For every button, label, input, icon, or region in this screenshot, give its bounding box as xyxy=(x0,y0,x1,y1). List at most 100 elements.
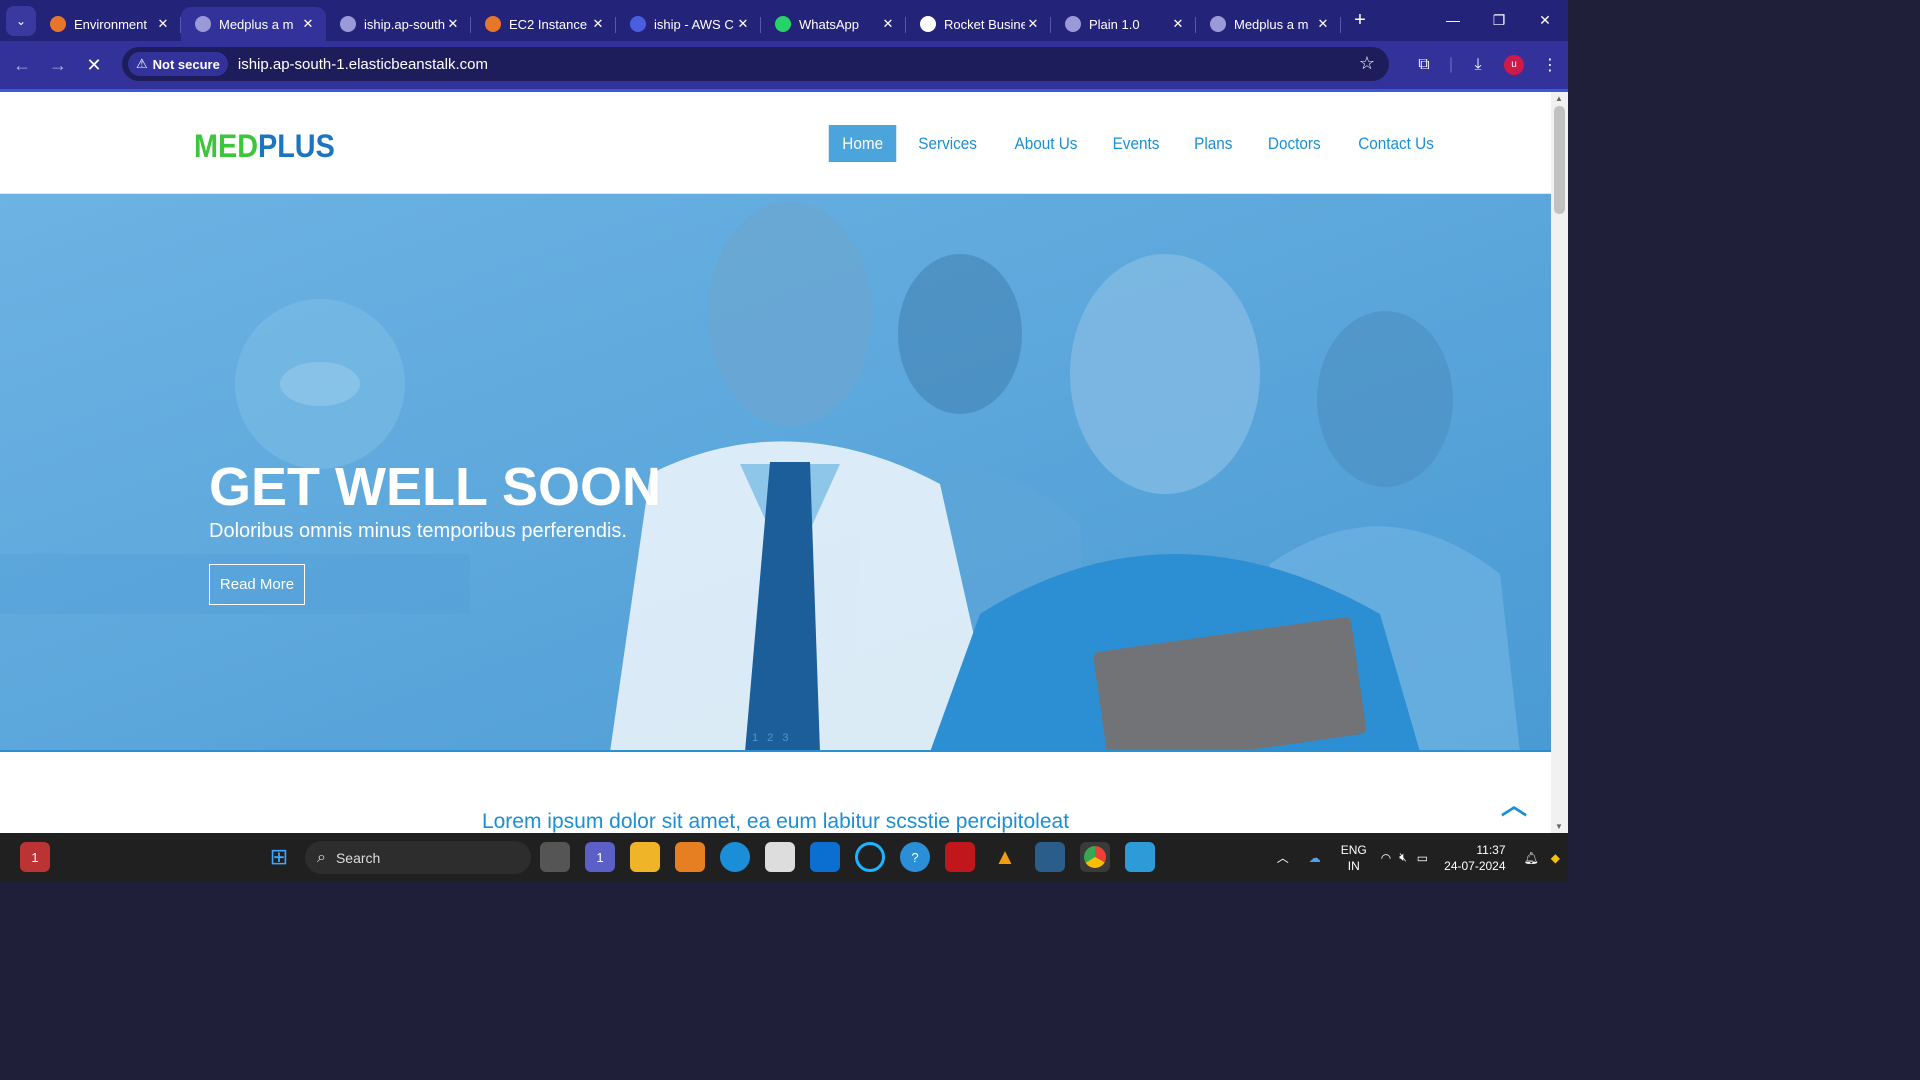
bookmark-star-icon[interactable]: ☆ xyxy=(1359,53,1375,74)
tab-title: EC2 Instance xyxy=(509,16,588,32)
close-window-icon[interactable]: ✕ xyxy=(1522,0,1568,41)
browser-toolbar: ← → ✕ ⚠ Not secure iship.ap-south-1.elas… xyxy=(0,41,1568,89)
download-icon[interactable]: ⤓ xyxy=(1460,56,1496,74)
security-chip[interactable]: ⚠ Not secure xyxy=(128,52,228,76)
browser-tab[interactable]: Medplus a m ✕ xyxy=(181,7,326,41)
nav-link-doctors[interactable]: Doctors xyxy=(1254,125,1334,162)
browser-tab[interactable]: Plain 1.0 ✕ xyxy=(1051,7,1196,41)
restore-icon[interactable]: ❐ xyxy=(1476,0,1522,41)
battery-icon[interactable]: ▭ xyxy=(1417,851,1428,865)
tab-title: Plain 1.0 xyxy=(1089,16,1140,32)
site-logo[interactable]: MEDPLUS xyxy=(194,128,335,165)
url-text[interactable]: iship.ap-south-1.elasticbeanstalk.com xyxy=(238,56,488,73)
volume-muted-icon[interactable]: 🔇︎ xyxy=(1399,850,1407,865)
tab-separator xyxy=(1340,17,1341,33)
tab-title: Rocket Busine xyxy=(944,16,1025,32)
mcafee-icon[interactable] xyxy=(945,842,975,872)
carousel-indicators[interactable]: 1 2 3 xyxy=(752,732,791,744)
teams-chat-icon[interactable]: 1 xyxy=(585,842,615,872)
nav-link-services[interactable]: Services xyxy=(905,125,991,162)
wifi-icon[interactable]: ◠ xyxy=(1381,851,1391,865)
tab-search-chevron-icon[interactable]: ⌄ xyxy=(6,5,36,36)
help-icon[interactable]: ? xyxy=(900,842,930,872)
cortana-icon[interactable] xyxy=(855,842,885,872)
tab-title: Medplus a m xyxy=(1234,16,1309,32)
warning-icon: ⚠ xyxy=(136,56,148,71)
notepad-icon[interactable] xyxy=(1125,842,1155,872)
notification-badge: 1 xyxy=(31,849,39,865)
task-view-icon[interactable] xyxy=(540,842,570,872)
browser-tab[interactable]: iship - AWS C ✕ xyxy=(616,7,761,41)
copilot-icon[interactable]: ◆ xyxy=(1551,851,1560,865)
cloud-icon xyxy=(630,16,646,32)
site-header: MEDPLUS Home Services About Us Events Plans D… xyxy=(0,92,1551,194)
tab-title: iship.ap-south xyxy=(364,16,445,32)
tab-title: Medplus a m xyxy=(219,16,294,32)
system-tray: ︿ ☁ ENG IN ◠ 🔇︎ ▭ 11:37 24-07-2024 🔔︎ ◆ xyxy=(1267,833,1568,882)
tab-close-icon[interactable]: ✕ xyxy=(445,16,461,32)
address-bar[interactable]: ⚠ Not secure iship.ap-south-1.elasticbea… xyxy=(122,47,1389,81)
globe-icon xyxy=(195,16,211,32)
clock[interactable]: 11:37 24-07-2024 xyxy=(1444,842,1505,874)
new-tab-button[interactable]: + xyxy=(1345,9,1375,32)
chrome-icon[interactable] xyxy=(1080,842,1110,872)
notification-app-icon[interactable]: 1 xyxy=(20,842,50,872)
browser-tab[interactable]: EC2 Instance ✕ xyxy=(471,7,616,41)
browser-tab[interactable]: Medplus a m ✕ xyxy=(1196,7,1341,41)
language-indicator[interactable]: ENG IN xyxy=(1341,842,1367,874)
nav-link-events[interactable]: Events xyxy=(1100,125,1174,162)
tab-close-icon[interactable]: ✕ xyxy=(1025,16,1041,32)
nav-link-plans[interactable]: Plans xyxy=(1181,125,1246,162)
nav-link-about-us[interactable]: About Us xyxy=(1001,125,1091,162)
kebab-menu-icon[interactable]: ⋮ xyxy=(1532,55,1568,75)
read-more-button[interactable]: Read More xyxy=(209,564,305,605)
scrollbar-thumb[interactable] xyxy=(1554,106,1565,214)
browser-tab[interactable]: Rocket Busine ✕ xyxy=(906,7,1051,41)
scroll-to-top-icon[interactable]: ︿ xyxy=(1501,785,1527,822)
tab-close-icon[interactable]: ✕ xyxy=(735,16,751,32)
extensions-icon[interactable]: ⧉ xyxy=(1406,56,1442,74)
forward-icon[interactable]: → xyxy=(40,55,76,76)
notification-bell-icon[interactable]: 🔔︎ xyxy=(1524,851,1539,865)
window-controls: — ❐ ✕ xyxy=(1430,0,1568,41)
tab-close-icon[interactable]: ✕ xyxy=(590,16,606,32)
tab-close-icon[interactable]: ✕ xyxy=(300,16,316,32)
tab-title: Environment xyxy=(74,16,147,32)
security-chip-label: Not secure xyxy=(152,56,220,72)
toolbar-divider: | xyxy=(1448,56,1454,73)
browser-tab[interactable]: iship.ap-south ✕ xyxy=(326,7,471,41)
nav-link-contact-us[interactable]: Contact Us xyxy=(1344,125,1447,162)
file-explorer-icon[interactable] xyxy=(630,842,660,872)
microsoft-store-icon[interactable] xyxy=(765,842,795,872)
scroll-down-arrow-icon[interactable]: ▼ xyxy=(1555,822,1563,831)
orange-gear-icon xyxy=(50,16,66,32)
stop-loading-icon[interactable]: ✕ xyxy=(76,55,112,76)
whatsapp-icon xyxy=(775,16,791,32)
onedrive-cloud-icon[interactable]: ☁ xyxy=(1309,851,1321,865)
vlc-icon[interactable]: ▲ xyxy=(990,842,1020,872)
site-nav: Home Services About Us Events Plans Doctors Co… xyxy=(825,125,1453,162)
myhp-icon[interactable] xyxy=(810,842,840,872)
taskbar-search-box[interactable]: ⌕ Search xyxy=(305,841,531,874)
tab-close-icon[interactable]: ✕ xyxy=(1315,16,1331,32)
hero-title: GET WELL SOON xyxy=(209,457,662,517)
tab-close-icon[interactable]: ✕ xyxy=(880,16,896,32)
section-heading: Lorem ipsum dolor sit amet, ea eum labit… xyxy=(481,810,1070,833)
browser-tab[interactable]: Environment ✕ xyxy=(36,7,181,41)
minimize-icon[interactable]: — xyxy=(1430,0,1476,41)
windows-taskbar: 1 ⊞ ⌕ Search 1 ? ▲ ︿ ☁ ENG IN ◠ 🔇︎ ▭ 11:… xyxy=(0,833,1568,882)
nav-link-home[interactable]: Home xyxy=(828,125,897,162)
tab-close-icon[interactable]: ✕ xyxy=(1170,16,1186,32)
back-icon[interactable]: ← xyxy=(4,55,40,76)
clock-date: 24-07-2024 xyxy=(1444,858,1506,873)
edge-browser-icon[interactable] xyxy=(720,842,750,872)
scroll-up-arrow-icon[interactable]: ▲ xyxy=(1555,94,1563,103)
profile-avatar[interactable]: u xyxy=(1504,55,1524,75)
browser-tab[interactable]: WhatsApp ✕ xyxy=(761,7,906,41)
page-scrollbar[interactable]: ▲ ▼ xyxy=(1551,92,1568,833)
windows-start-icon[interactable]: ⊞ xyxy=(264,842,294,872)
sublime-text-icon[interactable] xyxy=(675,842,705,872)
chevron-up-icon[interactable]: ︿ xyxy=(1277,849,1289,866)
mysql-workbench-icon[interactable] xyxy=(1035,842,1065,872)
tab-close-icon[interactable]: ✕ xyxy=(155,16,171,32)
